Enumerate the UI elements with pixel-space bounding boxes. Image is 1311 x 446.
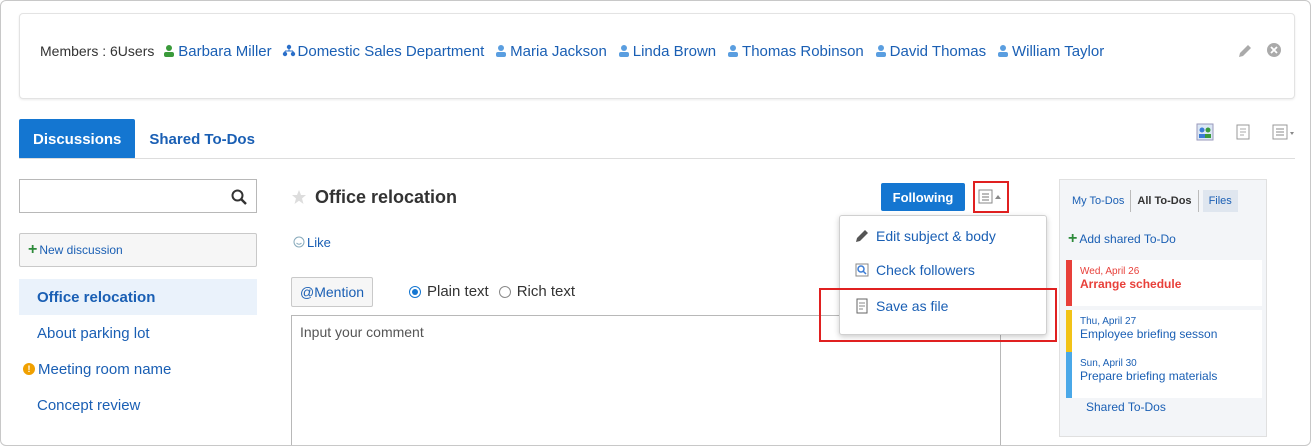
member-link[interactable]: Maria Jackson: [494, 43, 607, 60]
todo-date: Wed, April 26: [1080, 266, 1140, 277]
shared-todos-link[interactable]: Shared To-Dos: [1086, 400, 1166, 414]
todo-color-bar: [1066, 310, 1072, 356]
search-icon[interactable]: [230, 188, 248, 206]
tab-my-todos[interactable]: My To-Dos: [1066, 190, 1132, 212]
plus-icon: +: [1068, 230, 1078, 247]
discussion-item[interactable]: About parking lot: [19, 315, 257, 351]
rich-text-label: Rich text: [516, 283, 576, 300]
save-as-file-highlight: [819, 288, 1057, 342]
tab-discussions[interactable]: Discussions: [19, 119, 136, 159]
plus-icon: +: [28, 241, 38, 258]
todo-name: Employee briefing sesson: [1080, 327, 1218, 341]
discussion-list: Office relocation About parking lot ! Mee…: [19, 279, 257, 423]
todo-color-bar: [1066, 260, 1072, 306]
user-icon: [496, 45, 507, 57]
plain-text-label: Plain text: [427, 283, 489, 300]
pencil-icon[interactable]: [1236, 42, 1254, 60]
smile-icon: [293, 236, 305, 248]
member-link[interactable]: Domestic Sales Department: [282, 43, 484, 60]
sidebar: + New discussion Office relocation About…: [19, 179, 257, 423]
members-list: Members : 6Users Barbara Miller Domestic…: [40, 40, 1160, 63]
new-discussion-button[interactable]: + New discussion: [19, 233, 257, 267]
todo-date: Sun, April 30: [1080, 358, 1137, 369]
member-link[interactable]: William Taylor: [996, 43, 1104, 60]
close-icon[interactable]: [1266, 42, 1282, 58]
todo-date: Thu, April 27: [1080, 316, 1137, 327]
mention-button[interactable]: @Mention: [291, 277, 374, 307]
format-radio-group: Plain text Rich text: [409, 283, 575, 300]
following-button[interactable]: Following: [881, 183, 965, 211]
todo-name: Prepare briefing materials: [1080, 369, 1218, 383]
view-toolbar: [1196, 123, 1294, 141]
search-box[interactable]: [19, 179, 257, 213]
user-icon: [875, 45, 886, 57]
people-view-icon[interactable]: [1196, 123, 1214, 141]
new-discussion-label: New discussion: [39, 243, 123, 257]
magnifier-doc-icon: [855, 263, 869, 277]
menu-item-check-followers[interactable]: Check followers: [854, 262, 975, 278]
todo-item[interactable]: Thu, April 27 Employee briefing sesson: [1066, 310, 1262, 356]
discussion-title: Office relocation: [315, 187, 458, 207]
discussion-item[interactable]: ! Meeting room name: [19, 351, 257, 387]
add-shared-todo-link[interactable]: + Add shared To-Do: [1068, 230, 1176, 248]
star-icon[interactable]: [291, 189, 307, 205]
todo-item[interactable]: Sun, April 30 Prepare briefing materials: [1066, 352, 1262, 398]
user-icon: [997, 45, 1008, 57]
options-menu-button[interactable]: [973, 181, 1009, 213]
app-frame: Members : 6Users Barbara Miller Domestic…: [0, 0, 1311, 446]
discussion-item[interactable]: Concept review: [19, 387, 257, 423]
rich-text-radio[interactable]: [498, 285, 511, 298]
member-link[interactable]: David Thomas: [874, 43, 986, 60]
document-view-icon[interactable]: [1234, 123, 1252, 141]
list-menu-icon[interactable]: [1272, 123, 1294, 141]
pencil-icon: [856, 230, 868, 242]
user-icon: [164, 45, 175, 57]
todo-item[interactable]: Wed, April 26 Arrange schedule: [1066, 260, 1262, 306]
todos-panel: My To-Dos All To-Dos Files + Add shared …: [1059, 179, 1267, 437]
like-link[interactable]: Like: [293, 235, 331, 250]
tab-files[interactable]: Files: [1202, 190, 1238, 212]
todo-color-bar: [1066, 352, 1072, 398]
main-tabs: Discussions Shared To-Dos: [19, 119, 269, 159]
member-link[interactable]: Barbara Miller: [162, 43, 272, 60]
department-icon: [282, 44, 295, 57]
user-icon: [728, 45, 739, 57]
tab-divider: [19, 158, 1295, 159]
todos-tabs: My To-Dos All To-Dos Files: [1066, 188, 1238, 214]
member-link[interactable]: Thomas Robinson: [726, 43, 864, 60]
todo-name: Arrange schedule: [1080, 277, 1182, 291]
members-count-label: Members : 6Users: [40, 43, 155, 59]
tab-shared-todos[interactable]: Shared To-Dos: [135, 119, 269, 159]
list-menu-icon: [978, 189, 1001, 204]
discussion-item[interactable]: Office relocation: [19, 279, 257, 315]
plain-text-radio[interactable]: [409, 285, 421, 298]
members-panel: Members : 6Users Barbara Miller Domestic…: [19, 13, 1295, 99]
user-icon: [618, 45, 629, 57]
tab-all-todos[interactable]: All To-Dos: [1131, 190, 1199, 212]
warning-icon: !: [23, 363, 35, 375]
menu-item-edit[interactable]: Edit subject & body: [854, 228, 996, 244]
member-link[interactable]: Linda Brown: [617, 43, 716, 60]
